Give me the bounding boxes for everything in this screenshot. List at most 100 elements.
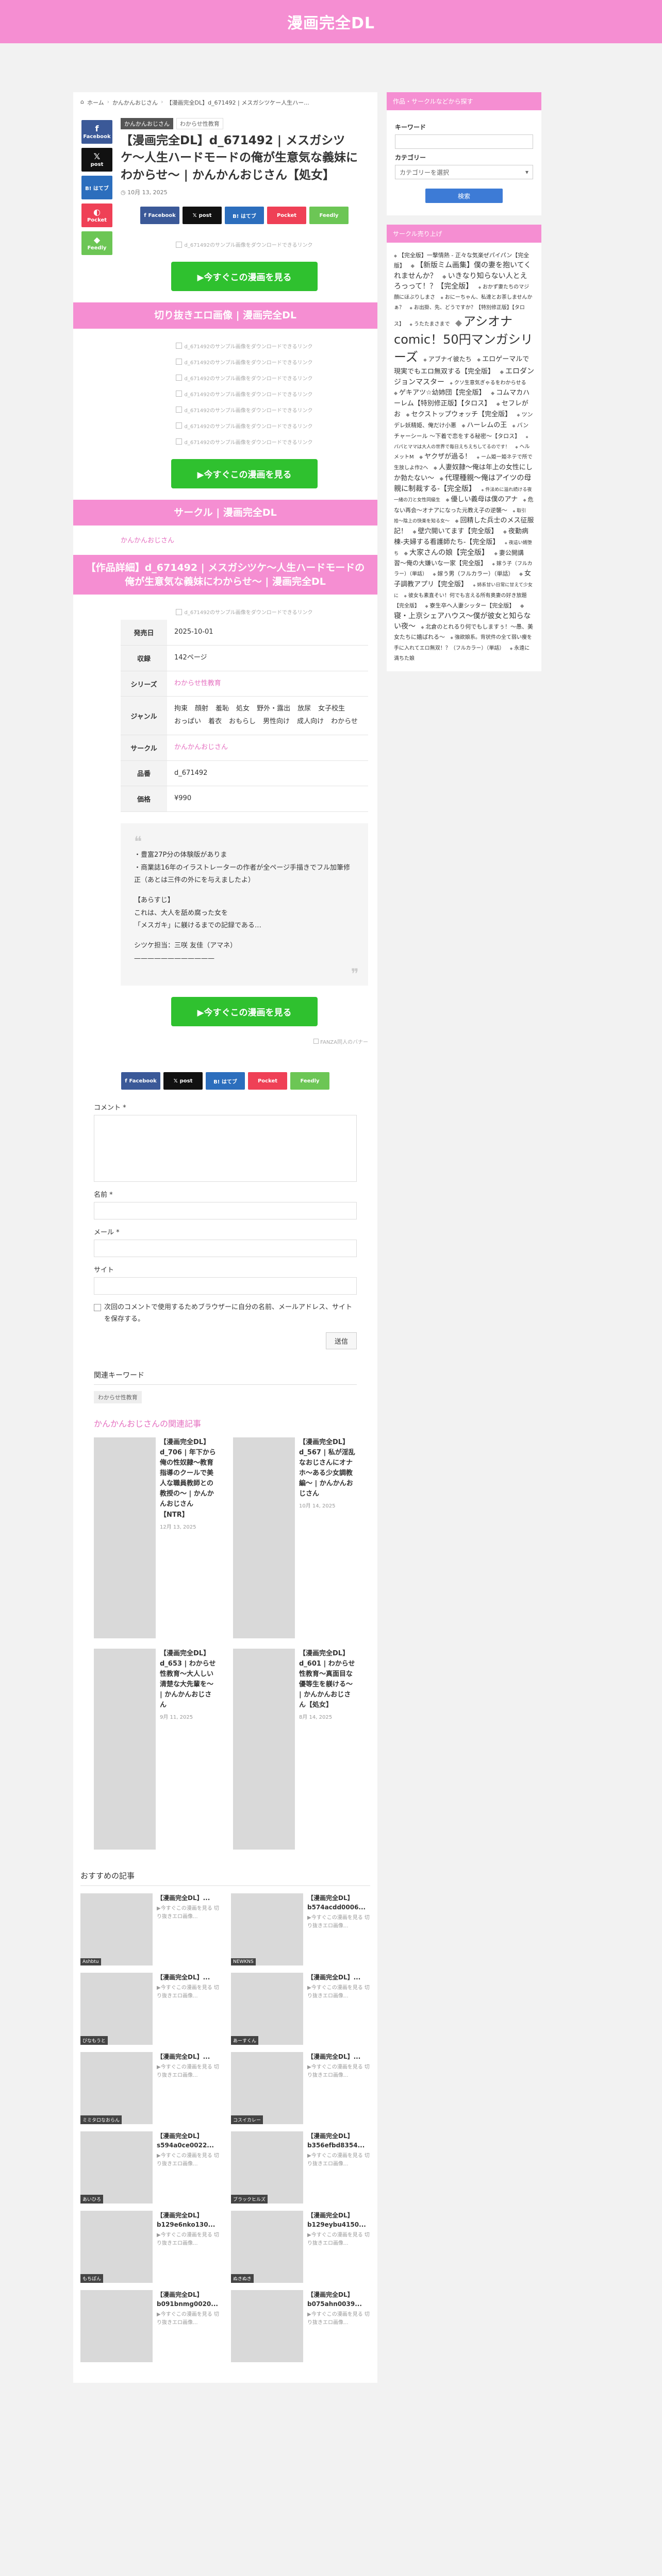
sample-image[interactable]: d_671492のサンプル画像をダウンロードできるリンク xyxy=(121,386,368,402)
recommended-card[interactable]: 【漫画完全DL】b075ahn0039... ▶今すぐこの漫画を見る 切り抜きエロ… xyxy=(231,2290,370,2362)
tag-cloud-link[interactable]: ヤクザが過る！ xyxy=(419,453,471,461)
sample-image[interactable]: d_671492のサンプル画像をダウンロードできるリンク xyxy=(121,338,368,354)
related-card[interactable]: 【漫画完全DL】d_601 | わからせ性教育〜真面目な優等生を躾ける〜 | か… xyxy=(233,1648,357,1850)
share-hatena-button[interactable]: B! はてブ xyxy=(81,176,112,199)
site-field[interactable] xyxy=(94,1277,357,1295)
genre-link[interactable]: わからせ xyxy=(331,716,358,728)
sample-image[interactable]: d_671492のサンプル画像をダウンロードできるリンク xyxy=(121,354,368,370)
cta-button[interactable]: ▶今すぐこの漫画を見る xyxy=(171,262,318,292)
share-hatena-button[interactable]: B! はてブ xyxy=(225,207,264,225)
cta-button[interactable]: ▶今すぐこの漫画を見る xyxy=(171,997,318,1027)
recommended-card[interactable]: ミミタロなおらん 【漫画完全DL】... ▶今すぐこの漫画を見る 切り抜きエロ画像.… xyxy=(80,2052,220,2124)
tag-cloud-link[interactable]: アブナイ彼たち xyxy=(423,355,471,363)
keyword-input[interactable] xyxy=(395,134,533,149)
category-label[interactable]: かんかんおじさん xyxy=(121,118,173,129)
recommended-card[interactable]: びなもうと 【漫画完全DL】... ▶今すぐこの漫画を見る 切り抜きエロ画像... xyxy=(80,1972,220,2045)
recommended-card[interactable]: あーすくん 【漫画完全DL】... ▶今すぐこの漫画を見る 切り抜きエロ画像... xyxy=(231,1972,370,2045)
share-facebook-button[interactable]: f Facebook xyxy=(140,207,179,225)
x-icon: 𝕏 xyxy=(93,151,101,161)
share-pocket-button[interactable]: ◐ Pocket xyxy=(81,204,112,227)
circle-table-link[interactable]: かんかんおじさん xyxy=(167,735,368,761)
sample-image[interactable]: d_671492のサンプル画像をダウンロードできるリンク xyxy=(121,402,368,418)
fanza-banner[interactable]: FANZA同人のバナー xyxy=(121,1038,368,1045)
recommended-card-title: 【漫画完全DL】b075ahn0039... xyxy=(307,2291,362,2308)
breadcrumb-category[interactable]: かんかんおじさん xyxy=(112,98,158,107)
tag-cloud-link[interactable]: ゲキアツ☆幼姉団【完全版】 xyxy=(394,389,486,397)
tag-cloud-link[interactable]: セクストップウォッチ【完全版】 xyxy=(406,411,511,418)
genre-link[interactable]: おもらし xyxy=(229,716,256,728)
recommended-card[interactable]: ぬきぬき 【漫画完全DL】b129eybu4150... ▶今すぐこの漫画を見る 切… xyxy=(231,2210,370,2283)
site-title[interactable]: 漫画完全DL xyxy=(287,10,375,33)
share-pocket-button[interactable]: Pocket xyxy=(267,207,306,225)
email-field[interactable] xyxy=(94,1240,357,1258)
tag-cloud-link[interactable]: 優しい義母は僕のアナ xyxy=(445,496,518,503)
related-card[interactable]: 【漫画完全DL】d_567 | 私が淫乱なおじさんにオナホ〜ある少女調教編〜 |… xyxy=(233,1437,357,1638)
recommended-card[interactable]: ブラックヒルズ 【漫画完全DL】b356efbd8354... ▶今すぐこの漫画を見… xyxy=(231,2131,370,2204)
genre-link[interactable]: 顔射 xyxy=(195,703,208,716)
keywords-section: 関連キーワード わからせ性教育 かんかんおじさんの関連記事 【漫画完全DL】d_… xyxy=(73,1349,377,1850)
facebook-icon: f xyxy=(125,1078,127,1084)
info-table: 発売日 2025-10-01 収録 142ページ シリーズ わからせ性教育 ジャンル … xyxy=(121,620,368,812)
tag-cloud-link[interactable]: うたたまさまで xyxy=(409,321,450,327)
related-card[interactable]: 【漫画完全DL】d_706 | 年下から俺の性奴隷〜教育指導のクールで美人な職員… xyxy=(94,1437,218,1638)
genre-link[interactable]: 男性向け xyxy=(263,716,290,728)
genre-link[interactable]: 女子校生 xyxy=(318,703,345,716)
genre-link[interactable]: 成人向け xyxy=(297,716,324,728)
tag-cloud-link[interactable]: 寮生卒へ人妻シッター【完全版】 xyxy=(425,602,515,609)
recommended-card[interactable]: コスイカレー 【漫画完全DL】... ▶今すぐこの漫画を見る 切り抜きエロ画像... xyxy=(231,2052,370,2124)
recommended-card[interactable]: あいひろ 【漫画完全DL】s594a0ce0022... ▶今すぐこの漫画を見る 切… xyxy=(80,2131,220,2204)
genre-link[interactable]: 着衣 xyxy=(208,716,222,728)
thumbnail-badge: コスイカレー xyxy=(231,2115,263,2124)
sample-image[interactable]: d_671492のサンプル画像をダウンロードできるリンク xyxy=(121,418,368,434)
share-x-button[interactable]: 𝕏post xyxy=(163,1072,203,1090)
series-link[interactable]: わからせ性教育 xyxy=(167,671,368,697)
search-widget: 作品・サークルなどから探す キーワード カテゴリー カテゴリーを選択 ▾ 検索 xyxy=(387,92,541,215)
tag-cloud-link[interactable]: 壁穴開いてます【完全版】 xyxy=(412,528,498,535)
recommended-card[interactable]: Ashbtu 【漫画完全DL】... ▶今すぐこの漫画を見る 切り抜きエロ画像... xyxy=(80,1893,220,1965)
search-button[interactable]: 検索 xyxy=(425,189,503,203)
detail-image[interactable]: d_671492のサンプル画像をダウンロードできるリンク xyxy=(121,604,368,620)
share-feedly-button[interactable]: Feedly xyxy=(290,1072,329,1090)
submit-button[interactable]: 送信 xyxy=(325,1332,357,1349)
sample-image[interactable]: d_671492のサンプル画像をダウンロードできるリンク xyxy=(121,434,368,450)
recommended-text: 【漫画完全DL】b356efbd8354... ▶今すぐこの漫画を見る 切り抜きエ… xyxy=(307,2131,370,2204)
genre-link[interactable]: 拘束 xyxy=(174,703,188,716)
recommended-card[interactable]: 【漫画完全DL】b091bnmg0020... ▶今すぐこの漫画を見る 切り抜きエ… xyxy=(80,2290,220,2362)
related-card[interactable]: 【漫画完全DL】d_653 | わからせ性教育〜大人しい清楚な大先輩を〜 | か… xyxy=(94,1648,218,1850)
table-cell: 2025-10-01 xyxy=(167,620,368,646)
genre-link[interactable]: 放尿 xyxy=(297,703,311,716)
recommended-card[interactable]: もちぽん 【漫画完全DL】b129e6nko130... ▶今すぐこの漫画を見る 切… xyxy=(80,2210,220,2283)
tag-cloud-link[interactable]: ハーレムの王 xyxy=(461,421,507,429)
share-x-button[interactable]: 𝕏post xyxy=(81,148,112,172)
genre-link[interactable]: 羞恥 xyxy=(216,703,229,716)
share-pocket-button[interactable]: Pocket xyxy=(248,1072,287,1090)
tag-cloud-link[interactable]: 嫁う男（フルカラー）（単話） xyxy=(433,570,514,577)
article-meta: かんかんおじさん わからせ性教育 xyxy=(121,118,368,129)
cta-button[interactable]: ▶今すぐこの漫画を見る xyxy=(171,459,318,488)
share-feedly-button[interactable]: ◆ Feedly xyxy=(81,231,112,255)
share-facebook-button[interactable]: f Facebook xyxy=(121,1072,160,1090)
genre-link[interactable]: 野外・露出 xyxy=(257,703,290,716)
category-select[interactable]: カテゴリーを選択 ▾ xyxy=(395,165,533,179)
genre-link[interactable]: おっぱい xyxy=(174,716,201,728)
cover-image[interactable]: d_671492のサンプル画像をダウンロードできるリンク xyxy=(121,236,368,252)
recommended-text: 【漫画完全DL】... ▶今すぐこの漫画を見る 切り抜きエロ画像... xyxy=(157,2052,220,2124)
recommended-card[interactable]: NEWKNS 【漫画完全DL】b574acdd0006... ▶今すぐこの漫画を見る… xyxy=(231,1893,370,1965)
name-field[interactable] xyxy=(94,1202,357,1220)
cookie-checkbox[interactable] xyxy=(94,1304,101,1312)
recommended-card-desc: ▶今すぐこの漫画を見る 切り抜きエロ画像... xyxy=(157,2064,219,2078)
genre-link[interactable]: 処女 xyxy=(236,703,250,716)
share-facebook-button[interactable]: f Facebook xyxy=(81,120,112,144)
recommended-thumbnail: NEWKNS xyxy=(231,1893,303,1965)
share-x-button[interactable]: 𝕏post xyxy=(183,207,222,225)
tag-cloud-link[interactable]: 大家さんの娘【完全版】 xyxy=(404,549,489,557)
share-feedly-button[interactable]: Feedly xyxy=(309,207,349,225)
share-hatena-button[interactable]: B! はてブ xyxy=(206,1072,245,1090)
tag-chip[interactable]: わからせ性教育 xyxy=(176,118,223,129)
sample-image[interactable]: d_671492のサンプル画像をダウンロードできるリンク xyxy=(121,370,368,386)
keyword-chip[interactable]: わからせ性教育 xyxy=(94,1391,142,1403)
comment-textarea[interactable] xyxy=(94,1115,357,1182)
breadcrumb-home[interactable]: ホーム xyxy=(87,98,104,107)
circle-link[interactable]: かんかんおじさん xyxy=(121,535,368,545)
tag-cloud-link[interactable]: クソ生意気ぎゃるをわからせる xyxy=(450,380,526,386)
